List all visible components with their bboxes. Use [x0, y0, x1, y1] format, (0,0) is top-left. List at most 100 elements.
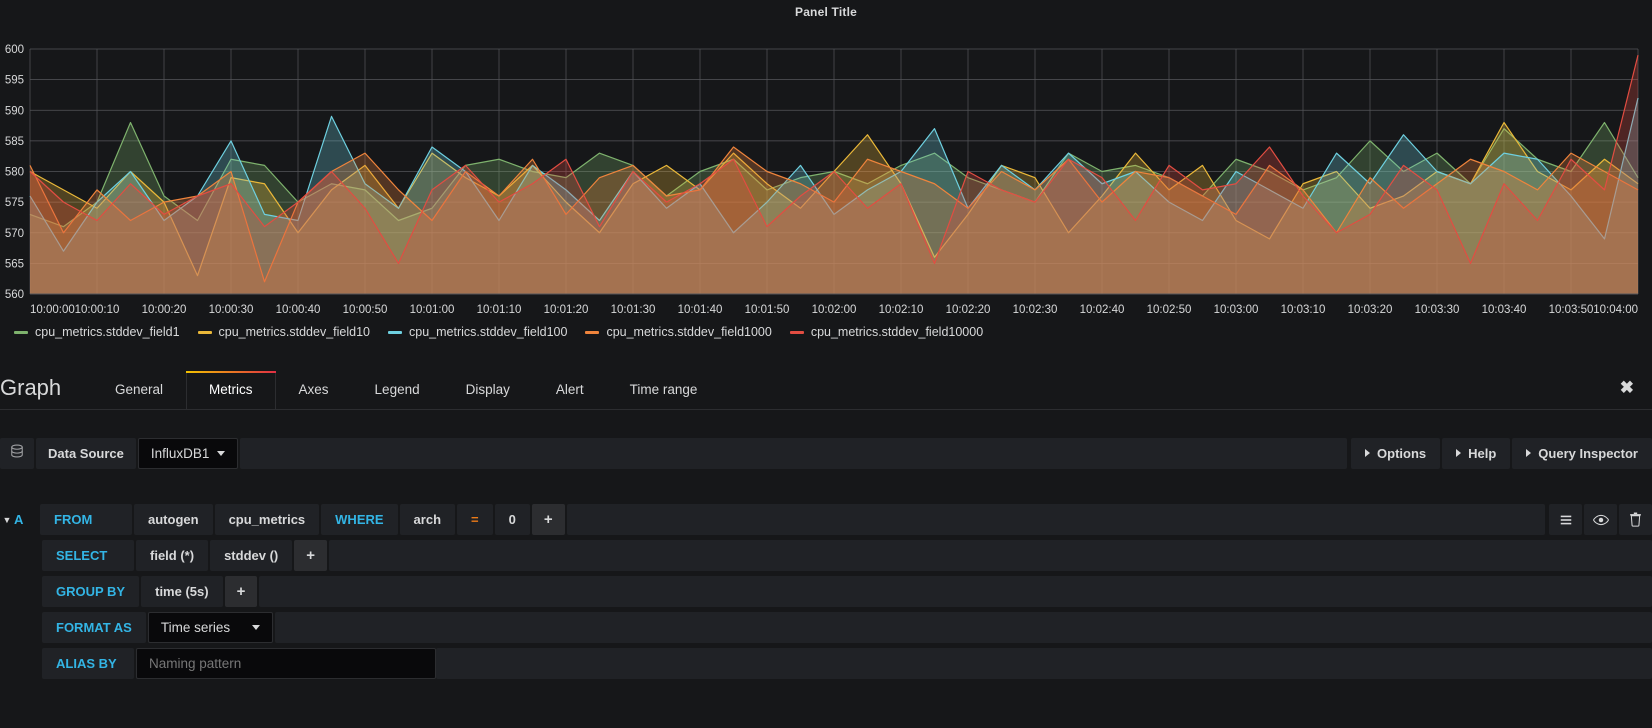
query-inspector-button[interactable]: Query Inspector [1512, 437, 1652, 469]
select-keyword: SELECT [42, 540, 134, 571]
svg-text:10:02:50: 10:02:50 [1147, 304, 1192, 316]
svg-text:600: 600 [5, 44, 24, 56]
legend-item[interactable]: cpu_metrics.stddev_field10000 [789, 325, 984, 339]
legend-series-label: cpu_metrics.stddev_field1 [35, 325, 180, 339]
chevron-down-icon [252, 625, 261, 630]
chevron-right-icon [1456, 449, 1462, 457]
close-editor-button[interactable]: ✖ [1620, 378, 1634, 398]
svg-text:10:03:10: 10:03:10 [1281, 304, 1326, 316]
svg-text:10:00:30: 10:00:30 [209, 304, 254, 316]
svg-text:10:01:50: 10:01:50 [745, 304, 790, 316]
where-keyword: WHERE [321, 504, 398, 535]
datasource-row-filler [240, 437, 1348, 469]
svg-text:10:02:00: 10:02:00 [812, 304, 857, 316]
query-row-from: ▼ A FROM autogen cpu_metrics WHERE arch … [0, 504, 1652, 535]
help-button[interactable]: Help [1442, 437, 1511, 469]
editor-title: Graph [0, 375, 62, 400]
tab-general[interactable]: General [92, 371, 186, 409]
legend-color-swatch [789, 330, 804, 334]
format-as-keyword: FORMAT AS [42, 612, 146, 643]
svg-text:10:02:20: 10:02:20 [946, 304, 991, 316]
select-row-filler [329, 540, 1652, 571]
svg-text:10:03:00: 10:03:00 [1214, 304, 1259, 316]
svg-text:585: 585 [5, 136, 24, 148]
svg-text:10:04:00: 10:04:00 [1593, 304, 1638, 316]
svg-text:10:02:40: 10:02:40 [1080, 304, 1125, 316]
svg-text:10:01:00: 10:01:00 [410, 304, 455, 316]
graph-plot-area[interactable]: 560 565 570 575 580 585 590 595 600 10:00:00 10:00… [0, 19, 1652, 319]
add-where-button[interactable]: + [531, 504, 565, 535]
where-tag-value-segment[interactable]: 0 [494, 504, 530, 535]
query-row-select: SELECT field (*) stddev () + [0, 540, 1652, 571]
svg-text:10:01:10: 10:01:10 [477, 304, 522, 316]
legend-series-label: cpu_metrics.stddev_field100 [409, 325, 568, 339]
svg-text:10:00:00: 10:00:00 [30, 304, 75, 316]
group-by-part-time[interactable]: time (5s) [141, 576, 223, 607]
tab-metrics[interactable]: Metrics [186, 371, 276, 409]
svg-text:10:03:20: 10:03:20 [1348, 304, 1393, 316]
alias-by-input[interactable] [136, 648, 436, 679]
datasource-picker[interactable]: InfluxDB1 [137, 437, 239, 469]
legend-item[interactable]: cpu_metrics.stddev_field10 [197, 325, 370, 339]
tab-alert[interactable]: Alert [533, 371, 607, 409]
chevron-down-icon [217, 450, 226, 456]
measurement-segment[interactable]: cpu_metrics [214, 504, 320, 535]
svg-text:10:00:20: 10:00:20 [142, 304, 187, 316]
svg-text:10:01:20: 10:01:20 [544, 304, 589, 316]
svg-text:10:03:30: 10:03:30 [1415, 304, 1460, 316]
eye-icon[interactable] [1584, 504, 1617, 535]
select-part-field[interactable]: field (*) [136, 540, 209, 571]
svg-text:565: 565 [5, 258, 24, 270]
chevron-right-icon [1526, 449, 1532, 457]
tab-time-range[interactable]: Time range [607, 371, 721, 409]
graph-legend: cpu_metrics.stddev_field1 cpu_metrics.std… [0, 319, 1652, 339]
legend-item[interactable]: cpu_metrics.stddev_field1000 [585, 325, 772, 339]
button-label: Help [1468, 445, 1497, 461]
group-by-row-filler [259, 576, 1652, 607]
collapse-query-icon[interactable]: ▼ [0, 515, 14, 525]
where-tag-key-segment[interactable]: arch [399, 504, 456, 535]
datasource-actions: Options Help Query Inspector [1349, 437, 1652, 469]
query-row-alias-by: ALIAS BY [0, 648, 1652, 679]
tab-display[interactable]: Display [443, 371, 533, 409]
query-row-actions [1547, 504, 1652, 535]
button-label: Query Inspector [1538, 445, 1638, 461]
toggle-edit-mode-icon[interactable] [1549, 504, 1582, 535]
panel-editor: Graph General Metrics Axes Legend Display Ale… [0, 366, 1652, 679]
database-icon [0, 437, 34, 469]
add-group-by-button[interactable]: + [224, 576, 258, 607]
svg-text:10:01:40: 10:01:40 [678, 304, 723, 316]
add-select-button[interactable]: + [294, 540, 327, 571]
legend-item[interactable]: cpu_metrics.stddev_field100 [388, 325, 567, 339]
from-row-filler [566, 504, 1545, 535]
format-as-select[interactable]: Time series [147, 612, 274, 643]
legend-series-label: cpu_metrics.stddev_field10000 [810, 325, 984, 339]
datasource-label: Data Source [36, 437, 136, 469]
legend-item[interactable]: cpu_metrics.stddev_field1 [14, 325, 180, 339]
svg-text:10:02:10: 10:02:10 [879, 304, 924, 316]
from-keyword: FROM [40, 504, 132, 535]
options-button[interactable]: Options [1351, 437, 1441, 469]
select-part-stddev[interactable]: stddev () [210, 540, 293, 571]
tab-axes[interactable]: Axes [276, 371, 352, 409]
graph-svg: 56056557057558058559059560010:00:00 10:00… [5, 44, 1639, 316]
legend-color-swatch [585, 330, 600, 334]
trash-icon[interactable] [1619, 504, 1652, 535]
datasource-row: Data Source InfluxDB1 Options Help Query I… [0, 434, 1652, 472]
datasource-value: InfluxDB1 [150, 445, 210, 461]
svg-text:10:00:50: 10:00:50 [343, 304, 388, 316]
tab-legend[interactable]: Legend [352, 371, 443, 409]
retention-policy-segment[interactable]: autogen [134, 504, 213, 535]
panel-title: Panel Title [794, 5, 857, 19]
svg-text:560: 560 [5, 289, 24, 301]
where-operator-segment[interactable]: = [457, 504, 493, 535]
query-row-format-as: FORMAT AS Time series [0, 612, 1652, 643]
svg-text:590: 590 [5, 105, 24, 117]
editor-tabbar: Graph General Metrics Axes Legend Display Ale… [0, 366, 1652, 410]
legend-series-label: cpu_metrics.stddev_field1000 [606, 325, 772, 339]
query-ref-id[interactable]: A [14, 512, 40, 527]
svg-text:10:00:40: 10:00:40 [276, 304, 321, 316]
editor-tabs: General Metrics Axes Legend Display Alert Time… [92, 365, 720, 409]
svg-text:10:02:30: 10:02:30 [1013, 304, 1058, 316]
svg-text:580: 580 [5, 167, 24, 179]
